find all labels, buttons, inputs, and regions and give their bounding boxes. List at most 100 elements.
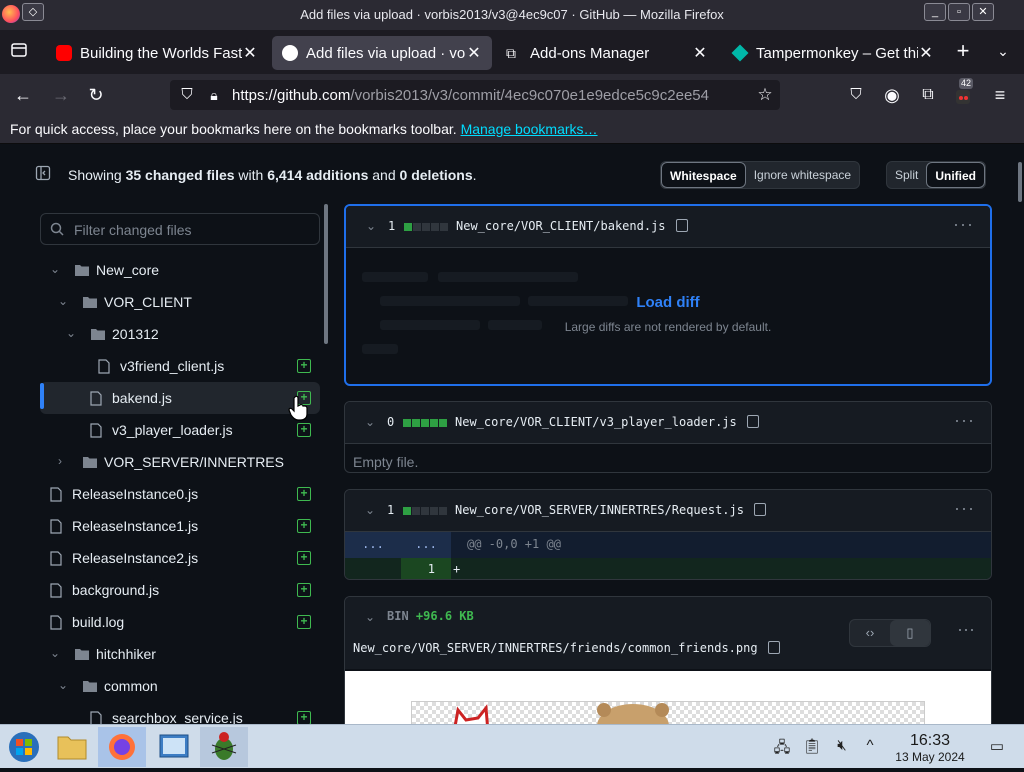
tab-label: Add files via upload · vorbis — [306, 44, 466, 62]
window-titlebar: ◇ Add files via upload · vorbis2013/v3@4… — [0, 0, 1024, 30]
chevron-down-icon[interactable]: ⌄ — [50, 646, 64, 660]
copy-icon[interactable] — [746, 415, 759, 428]
tree-file-bakend[interactable]: bakend.js + — [40, 382, 320, 414]
file-tree-scrollbar[interactable] — [324, 204, 328, 344]
tree-folder-new-core[interactable]: ⌄ New_core — [40, 254, 320, 286]
chevron-down-icon[interactable]: ⌄ — [365, 503, 375, 517]
tree-folder-vor-server[interactable]: › VOR_SERVER/INNERTRES — [40, 446, 320, 478]
chevron-down-icon[interactable]: ⌄ — [50, 262, 64, 276]
tree-file-v3-player-loader[interactable]: v3_player_loader.js + — [40, 414, 320, 446]
list-all-tabs-icon[interactable] — [8, 41, 30, 63]
copy-icon[interactable] — [767, 641, 780, 654]
tree-folder-hitchhiker[interactable]: ⌄ hitchhiker — [40, 638, 320, 670]
tree-folder-common[interactable]: ⌄ common — [40, 670, 320, 702]
copy-icon[interactable] — [675, 219, 688, 232]
more-options-icon[interactable]: ··· — [957, 619, 975, 640]
file-path[interactable]: New_core/VOR_SERVER/INNERTRES/Request.js — [455, 503, 766, 517]
tree-label: searchbox_service.js — [112, 710, 243, 724]
back-arrow-icon[interactable]: ← — [12, 84, 34, 106]
tab-github[interactable]: Add files via upload · vorbis ✕ — [272, 36, 492, 70]
chevron-down-icon[interactable]: ⌄ — [366, 219, 376, 233]
close-tab-icon[interactable]: ✕ — [242, 43, 258, 63]
close-tab-icon[interactable]: ✕ — [466, 43, 482, 63]
selected-indicator — [40, 383, 44, 409]
minimize-button[interactable]: _ — [924, 3, 946, 21]
tree-file-releaseinstance0[interactable]: ReleaseInstance0.js + — [40, 478, 320, 510]
split-button[interactable]: Split — [887, 162, 926, 188]
close-window-button[interactable]: ✕ — [972, 3, 994, 21]
firefox-taskbar-icon[interactable] — [98, 727, 146, 767]
tree-label: New_core — [96, 262, 160, 278]
tab-addons[interactable]: ⧉ Add-ons Manager ✕ — [496, 36, 718, 70]
bug-app-taskbar-icon[interactable] — [200, 727, 248, 767]
tree-file-build-log[interactable]: build.log + — [40, 606, 320, 638]
whitespace-button[interactable]: Whitespace — [661, 162, 746, 188]
page-scrollbar[interactable] — [1018, 162, 1022, 202]
tree-folder-vor-client[interactable]: ⌄ VOR_CLIENT — [40, 286, 320, 318]
line-number[interactable]: 1 — [401, 558, 451, 579]
ignore-whitespace-button[interactable]: Ignore whitespace — [746, 162, 859, 188]
chevron-down-icon[interactable]: ⌄ — [365, 415, 375, 429]
forward-arrow-icon[interactable]: → — [50, 84, 72, 106]
more-options-icon[interactable]: ··· — [954, 410, 975, 431]
more-options-icon[interactable]: ··· — [954, 498, 975, 519]
tree-file-background[interactable]: background.js + — [40, 574, 320, 606]
chevron-down-icon[interactable]: ⌄ — [58, 678, 72, 692]
url-bar[interactable]: ⛉ 🔒︎ https://github.com/vorbis2013/v3/co… — [170, 80, 780, 110]
tree-file-releaseinstance1[interactable]: ReleaseInstance1.js + — [40, 510, 320, 542]
extensions-icon[interactable]: ⧉ — [917, 84, 939, 106]
file-view-icon[interactable]: ▯ — [890, 620, 930, 646]
tab-youtube[interactable]: Building the Worlds Fastest ✕ — [46, 36, 268, 70]
extension-badge-icon[interactable]: 42 — [953, 78, 975, 106]
file-path[interactable]: New_core/VOR_CLIENT/bakend.js — [456, 219, 688, 233]
close-tab-icon[interactable]: ✕ — [918, 43, 934, 63]
image-checkerboard — [411, 701, 925, 724]
hamburger-menu-icon[interactable]: ≡ — [989, 84, 1011, 106]
chevron-down-icon[interactable]: ⌄ — [58, 294, 72, 308]
tree-folder-201312[interactable]: ⌄ 201312 — [40, 318, 320, 350]
clock[interactable]: 16:33 13 May 2024 — [890, 732, 970, 764]
lock-icon[interactable]: 🔒︎ — [203, 84, 225, 106]
hunk-header[interactable]: ... ... @@ -0,0 +1 @@ — [345, 532, 991, 558]
expand-hunk-left[interactable]: ... — [345, 532, 401, 558]
tree-file-searchbox-service[interactable]: searchbox_service.js + — [40, 702, 320, 724]
file-path[interactable]: New_core/VOR_CLIENT/v3_player_loader.js — [455, 415, 759, 429]
file-manager-icon[interactable] — [48, 727, 96, 767]
chevron-down-icon[interactable]: ⌄ — [365, 610, 375, 624]
manage-bookmarks-link[interactable]: Manage bookmarks… — [461, 121, 598, 137]
maximize-button[interactable]: ▫ — [948, 3, 970, 21]
tree-file-releaseinstance2[interactable]: ReleaseInstance2.js + — [40, 542, 320, 574]
network-icon[interactable]: 🖧︎ — [772, 737, 792, 757]
clipboard-icon[interactable]: 📋︎ — [802, 737, 822, 757]
terminal-taskbar-icon[interactable] — [150, 727, 198, 767]
window-title: Add files via upload · vorbis2013/v3@4ec… — [300, 7, 724, 22]
new-tab-icon[interactable]: + — [952, 40, 974, 62]
close-tab-icon[interactable]: ✕ — [692, 43, 708, 63]
filter-files-input[interactable]: Filter changed files — [40, 213, 320, 245]
skeleton-line — [362, 272, 428, 282]
show-desktop-icon[interactable]: ▭ — [987, 737, 1007, 757]
chevron-right-icon[interactable]: › — [58, 454, 72, 468]
chevron-up-icon[interactable]: ^ — [860, 737, 880, 757]
reload-icon[interactable]: ↻ — [85, 84, 107, 106]
shield-icon[interactable]: ⛉ — [176, 84, 198, 106]
url-text[interactable]: https://github.com/vorbis2013/v3/commit/… — [232, 87, 744, 104]
pocket-icon[interactable]: ⛉ — [845, 84, 867, 106]
load-diff-button[interactable]: Load diff — [346, 294, 990, 311]
start-menu-button[interactable] — [0, 727, 48, 767]
tree-file-v3friend-client[interactable]: v3friend_client.js + — [40, 350, 320, 382]
bookmark-star-icon[interactable]: ☆ — [754, 84, 776, 106]
copy-icon[interactable] — [753, 503, 766, 516]
tab-tampermonkey[interactable]: Tampermonkey – Get this ✕ — [722, 36, 944, 70]
file-path[interactable]: New_core/VOR_SERVER/INNERTRES/friends/co… — [353, 641, 780, 655]
whitespace-toggle: Whitespace Ignore whitespace — [660, 161, 861, 189]
expand-hunk-right[interactable]: ... — [401, 532, 451, 558]
more-options-icon[interactable]: ··· — [953, 214, 974, 235]
chevron-down-icon[interactable]: ⌄ — [66, 326, 80, 340]
account-icon[interactable]: ◉ — [881, 84, 903, 106]
unified-button[interactable]: Unified — [926, 162, 986, 188]
chevron-down-icon[interactable]: ⌄ — [992, 40, 1014, 62]
sidebar-toggle-icon[interactable] — [34, 164, 52, 182]
code-view-icon[interactable]: ‹› — [850, 620, 890, 646]
volume-muted-icon[interactable]: 🔇︎ — [832, 737, 852, 757]
